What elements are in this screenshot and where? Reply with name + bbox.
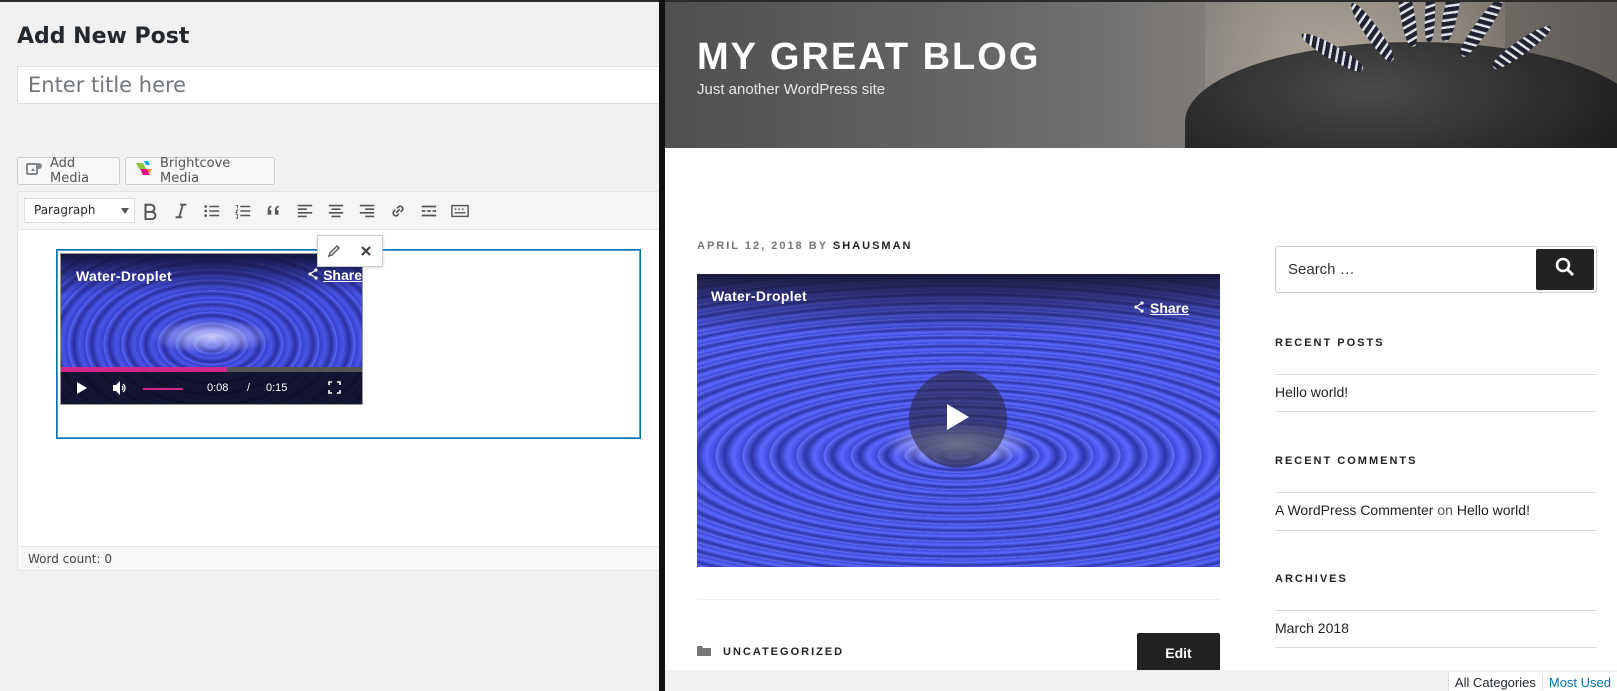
search-input[interactable]: [1276, 247, 1536, 292]
format-select[interactable]: Paragraph: [24, 198, 135, 223]
share-icon: [1133, 300, 1145, 316]
add-media-label: Add Media: [50, 156, 90, 186]
chevron-down-icon: [121, 208, 129, 214]
post-editor-panel: Add New Post Add Media Brightcove Media …: [0, 0, 660, 691]
blog-preview-panel: MY GREAT BLOG Just another WordPress sit…: [665, 0, 1617, 691]
align-right-icon[interactable]: [356, 200, 378, 222]
comment-on-label: on: [1437, 502, 1453, 518]
format-select-value: Paragraph: [34, 203, 96, 217]
volume-icon[interactable]: [113, 381, 128, 398]
post-author[interactable]: SHAUSMAN: [833, 240, 913, 252]
post-meta: APRIL 12, 2018 BY SHAUSMAN: [697, 240, 912, 252]
category-link[interactable]: UNCATEGORIZED: [723, 646, 844, 658]
recent-posts-title: RECENT POSTS: [1275, 337, 1385, 349]
video-controls: 0:08 / 0:15: [61, 372, 362, 404]
page-title: Add New Post: [17, 24, 190, 49]
tab-most-used[interactable]: Most Used: [1543, 675, 1617, 690]
media-icon: [26, 161, 44, 181]
align-left-icon[interactable]: [294, 200, 316, 222]
comment-post-link[interactable]: Hello world!: [1457, 502, 1530, 518]
embed-edit-toolbar: [317, 235, 383, 267]
volume-slider[interactable]: [143, 388, 183, 390]
share-link[interactable]: Share: [1133, 300, 1189, 316]
play-icon[interactable]: [77, 382, 87, 397]
align-center-icon[interactable]: [325, 200, 347, 222]
share-link[interactable]: Share: [307, 267, 362, 283]
share-label: Share: [1150, 300, 1189, 316]
video-title: Water-Droplet: [711, 288, 807, 304]
edit-button[interactable]: Edit: [1137, 633, 1220, 672]
search-form: [1275, 246, 1597, 293]
site-title[interactable]: MY GREAT BLOG: [697, 36, 1040, 79]
play-icon: [945, 402, 971, 437]
add-media-button[interactable]: Add Media: [17, 156, 120, 186]
by-label: BY: [808, 240, 828, 252]
read-more-icon[interactable]: [418, 200, 440, 222]
word-count: Word count: 0: [28, 552, 113, 566]
brightcove-media-label: Brightcove Media: [160, 156, 231, 186]
post-title-input[interactable]: [17, 66, 660, 104]
pencil-icon[interactable]: [323, 240, 345, 262]
header-image: MY GREAT BLOG Just another WordPress sit…: [665, 2, 1617, 148]
bullet-list-icon[interactable]: [201, 200, 223, 222]
play-button[interactable]: [909, 370, 1007, 468]
share-icon: [307, 267, 319, 283]
current-time: 0:08: [207, 382, 229, 394]
embedded-video-block[interactable]: Water-Droplet Share 0:08 / 0:15: [56, 249, 641, 439]
share-label: Share: [323, 267, 362, 283]
time-separator: /: [247, 382, 251, 394]
editor-content-area[interactable]: Water-Droplet Share 0:08 / 0:15: [18, 230, 660, 546]
toolbar-toggle-icon[interactable]: [449, 200, 471, 222]
brightcove-media-button[interactable]: Brightcove Media: [125, 156, 275, 186]
post-categories: UNCATEGORIZED: [697, 645, 844, 659]
tab-all-categories[interactable]: All Categories: [1449, 675, 1543, 690]
bold-icon[interactable]: [139, 200, 161, 222]
post-date[interactable]: APRIL 12, 2018: [697, 240, 804, 252]
category-tabs: All Categories Most Used: [1447, 672, 1617, 691]
archives-title: ARCHIVES: [1275, 573, 1348, 585]
video-player-preview[interactable]: Water-Droplet Share 0:08 / 0:15: [60, 253, 363, 405]
numbered-list-icon[interactable]: [232, 200, 254, 222]
video-player[interactable]: Water-Droplet Share: [697, 274, 1220, 567]
archive-link[interactable]: March 2018: [1275, 620, 1349, 636]
editor-toolbar: Paragraph: [18, 192, 660, 230]
search-button[interactable]: [1536, 249, 1594, 290]
fullscreen-icon[interactable]: [328, 381, 341, 397]
search-icon: [1555, 257, 1575, 282]
recent-comments-title: RECENT COMMENTS: [1275, 455, 1418, 467]
recent-comment-item: A WordPress Commenter on Hello world!: [1275, 502, 1530, 518]
brightcove-logo-icon: [134, 160, 154, 182]
site-tagline: Just another WordPress site: [697, 81, 886, 98]
blockquote-icon[interactable]: [263, 200, 285, 222]
close-icon[interactable]: [355, 240, 377, 262]
video-title: Water-Droplet: [76, 268, 172, 284]
recent-post-link[interactable]: Hello world!: [1275, 384, 1348, 400]
post-divider: [697, 599, 1220, 600]
folder-icon: [697, 645, 711, 659]
italic-icon[interactable]: [170, 200, 192, 222]
comment-author-link[interactable]: A WordPress Commenter: [1275, 502, 1433, 518]
duration: 0:15: [266, 382, 288, 394]
link-icon[interactable]: [387, 200, 409, 222]
word-count-bar: Word count: 0: [18, 546, 660, 570]
